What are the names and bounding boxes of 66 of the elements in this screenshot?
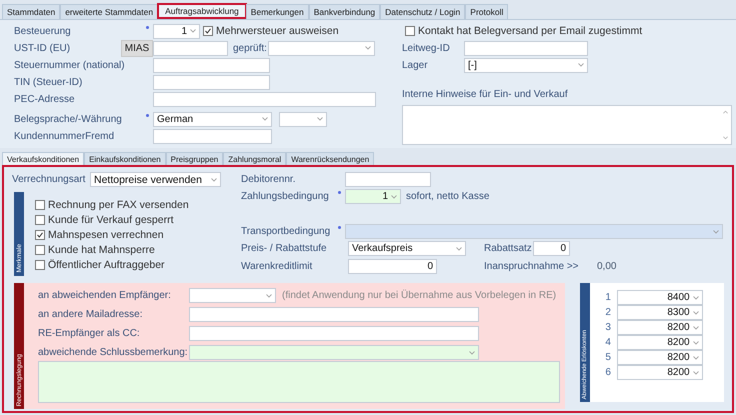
tab[interactable]: Datenschutz / Login [380,4,466,19]
field-label: Inanspruchnahme >> [484,261,580,272]
field-label: Besteuerung [14,26,72,36]
text-field[interactable]: 0 [348,259,437,274]
tab[interactable]: Stammdaten [2,4,60,19]
tab[interactable]: Verkaufskonditionen [2,152,84,165]
field-label: PEC-Adresse [14,94,76,104]
row-number: 4 [604,337,612,348]
row-number: 5 [604,352,612,363]
tab[interactable]: Preisgruppen [166,152,224,165]
payment-term-text: sofort, netto Kasse [406,191,490,202]
field-label: abweichende Schlussbemerkung: [38,347,189,358]
field-label: Verrechnungsart [12,174,86,185]
dropdown[interactable]: German [153,112,272,126]
field-label: TIN (Steuer-ID) [14,76,84,88]
dropdown[interactable]: 8200 [616,365,703,380]
checkbox-label: Mehrwersteuer ausweisen [216,25,339,37]
field-label: Warenkreditlimit [241,261,314,272]
credit-usage-value: 0,00 [597,261,616,272]
tab[interactable]: Zahlungsmoral [223,152,286,165]
field-label: Transportbedingung [241,226,332,237]
field-label: Preis- / Rabattstufe [241,243,328,254]
tab[interactable]: Protokoll [465,4,508,19]
dropdown[interactable]: Nettopreise verwenden [90,172,221,187]
row-number: 2 [604,307,612,318]
row-number: 3 [604,322,612,333]
field-label: Rabattsatz [484,243,533,254]
tab[interactable]: Einkaufskonditionen [84,152,166,165]
field-label: an andere Mailadresse: [38,309,144,320]
dropdown[interactable]: 8200 [616,350,703,365]
field-label: Debitorennr. [241,174,296,185]
dropdown[interactable]: [-] [464,58,588,72]
row-number: 6 [604,367,612,378]
tab[interactable]: Bemerkungen [246,4,309,19]
field-label: Interne Hinweise für Ein- und Verkauf [402,88,568,100]
field-label: RE-Empfänger als CC: [38,328,141,339]
tab[interactable]: Warenrücksendungen [286,152,374,165]
field-label: geprüft: [233,42,268,54]
tab[interactable]: erweiterte Stammdaten [60,4,158,19]
field-label: KundennummerFremd [14,130,116,142]
checkbox-label: Kontakt hat Belegversand per Email zugestimmt [418,25,642,37]
dropdown[interactable]: 8400 [616,290,703,305]
text-field[interactable]: 0 [533,241,570,256]
checkbox-label: Mahnspesen verrechnen [48,228,164,240]
field-label: UST-ID (EU) [14,42,72,54]
dropdown[interactable]: 8200 [616,335,703,350]
checkbox-label: Öffentlicher Auftraggeber [48,258,165,270]
dropdown[interactable]: 8200 [616,320,703,335]
dropdown[interactable]: 8300 [616,305,703,320]
dropdown[interactable]: 1 [345,189,401,204]
field-label: Leitweg-ID [402,42,451,54]
checkbox-label: Rechnung per FAX versenden [48,198,189,210]
field-label: Steuernummer (national) [14,60,126,70]
dropdown[interactable]: 1 [153,24,200,38]
tab[interactable]: Auftragsabwicklung [158,4,246,18]
field-label: an abweichenden Empfänger: [38,290,172,301]
hint-text: (findet Anwendung nur bei Übernahme aus Vorbelegen in RE) [282,290,556,301]
checkbox-label: Kunde für Verkauf gesperrt [48,214,174,226]
checkbox-label: Kunde hat Mahnsperre [48,244,155,256]
dropdown[interactable]: Verkaufspreis [348,241,466,256]
mias-button[interactable]: MIAS [121,40,153,56]
row-number: 1 [604,292,612,303]
tab[interactable]: Bankverbindung [308,4,380,19]
field-label: Belegsprache/-Währung [14,114,123,124]
field-label: Lager [402,60,429,70]
field-label: Zahlungsbedingung [241,191,330,202]
